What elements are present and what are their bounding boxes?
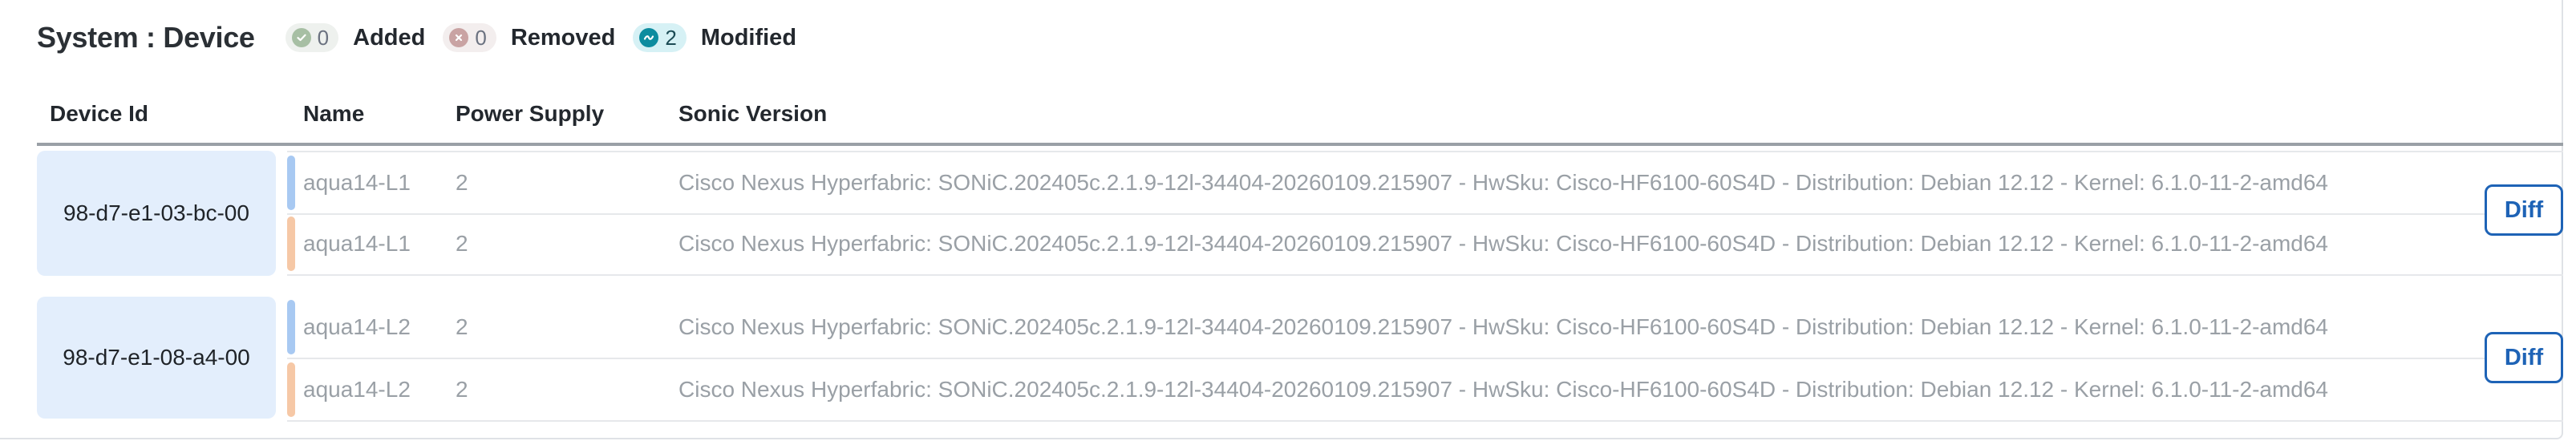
column-header-device-id: Device Id [50,101,148,126]
power-supply-value: 2 [456,231,468,256]
device-name: aqua14-L2 [303,377,411,402]
diff-button[interactable]: Diff [2485,184,2563,236]
column-header-sonic-version: Sonic Version [678,101,828,126]
modified-label: Modified [700,24,797,51]
removed-label: Removed [510,24,616,51]
previous-version-marker [287,300,295,354]
added-label: Added [353,24,426,51]
table-row: aqua14-L2 2 Cisco Nexus Hyperfabric: SON… [287,359,2563,422]
sonic-version-value: Cisco Nexus Hyperfabric: SONiC.202405c.2… [678,377,2329,402]
added-count-badge: 0 [285,23,339,52]
removed-count: 0 [475,25,487,50]
current-version-marker [287,362,295,417]
power-supply-value: 2 [456,170,468,195]
added-count: 0 [317,25,330,50]
tilde-circle-icon [639,28,659,47]
column-header-power-supply: Power Supply [456,101,605,126]
modified-count: 2 [665,25,677,50]
sonic-version-value: Cisco Nexus Hyperfabric: SONiC.202405c.2… [678,231,2329,256]
table-row: aqua14-L1 2 Cisco Nexus Hyperfabric: SON… [287,213,2563,276]
table-row: aqua14-L2 2 Cisco Nexus Hyperfabric: SON… [287,297,2563,359]
current-version-marker [287,216,295,271]
page-title: System : Device [37,21,255,54]
diff-button[interactable]: Diff [2485,332,2563,383]
power-supply-value: 2 [456,377,468,402]
device-name: aqua14-L1 [303,231,411,256]
added-stat: 0 Added [285,23,426,52]
device-name: aqua14-L2 [303,314,411,339]
device-name: aqua14-L1 [303,170,411,195]
modified-count-badge: 2 [633,23,687,52]
removed-stat: 0 Removed [443,23,615,52]
panel-header: System : Device 0 Added 0 Removed 2 Modi… [37,18,814,58]
device-id-cell: 98-d7-e1-08-a4-00 [37,297,276,419]
modified-stat: 2 Modified [633,23,796,52]
removed-count-badge: 0 [443,23,496,52]
previous-version-marker [287,156,295,210]
device-group: 98-d7-e1-03-bc-00 aqua14-L1 2 Cisco Nexu… [37,151,2563,277]
device-diff-panel: System : Device 0 Added 0 Removed 2 Modi… [0,0,2563,439]
sonic-version-value: Cisco Nexus Hyperfabric: SONiC.202405c.2… [678,170,2329,195]
table-row: aqua14-L1 2 Cisco Nexus Hyperfabric: SON… [287,151,2563,215]
table-header: Device Id Name Power Supply Sonic Versio… [37,95,2563,146]
check-circle-icon [291,28,311,47]
device-group: 98-d7-e1-08-a4-00 aqua14-L2 2 Cisco Nexu… [37,297,2563,422]
x-circle-icon [449,28,469,47]
device-id-cell: 98-d7-e1-03-bc-00 [37,151,276,276]
sonic-version-value: Cisco Nexus Hyperfabric: SONiC.202405c.2… [678,314,2329,339]
column-header-name: Name [303,101,365,126]
power-supply-value: 2 [456,314,468,339]
